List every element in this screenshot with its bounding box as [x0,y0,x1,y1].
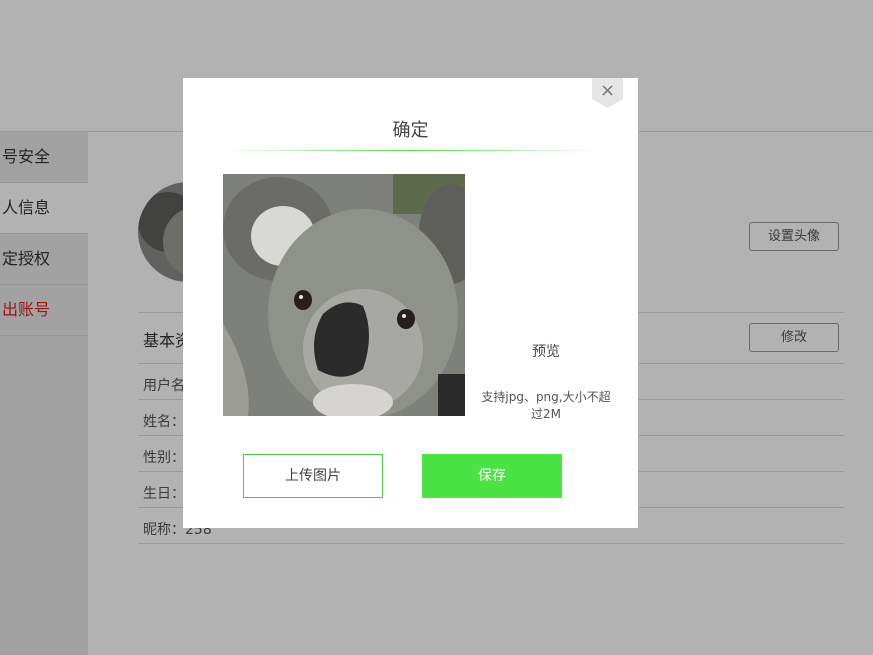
crop-image[interactable] [223,174,465,416]
title-divider [223,150,598,151]
modal-title: 确定 [392,120,429,141]
upload-image-button[interactable]: 上传图片 [243,454,383,498]
koala-image [223,174,465,416]
save-button[interactable]: 保存 [422,454,562,498]
preview-label: 预览 [532,344,560,360]
close-icon[interactable]: × [592,80,623,101]
avatar-upload-modal: × 确定 预览 支持jpg、png,大小不超过2M 上传图片 保存 [183,78,638,528]
close-button[interactable]: × [592,78,623,108]
upload-hint: 支持jpg、png,大小不超过2M [481,390,611,421]
